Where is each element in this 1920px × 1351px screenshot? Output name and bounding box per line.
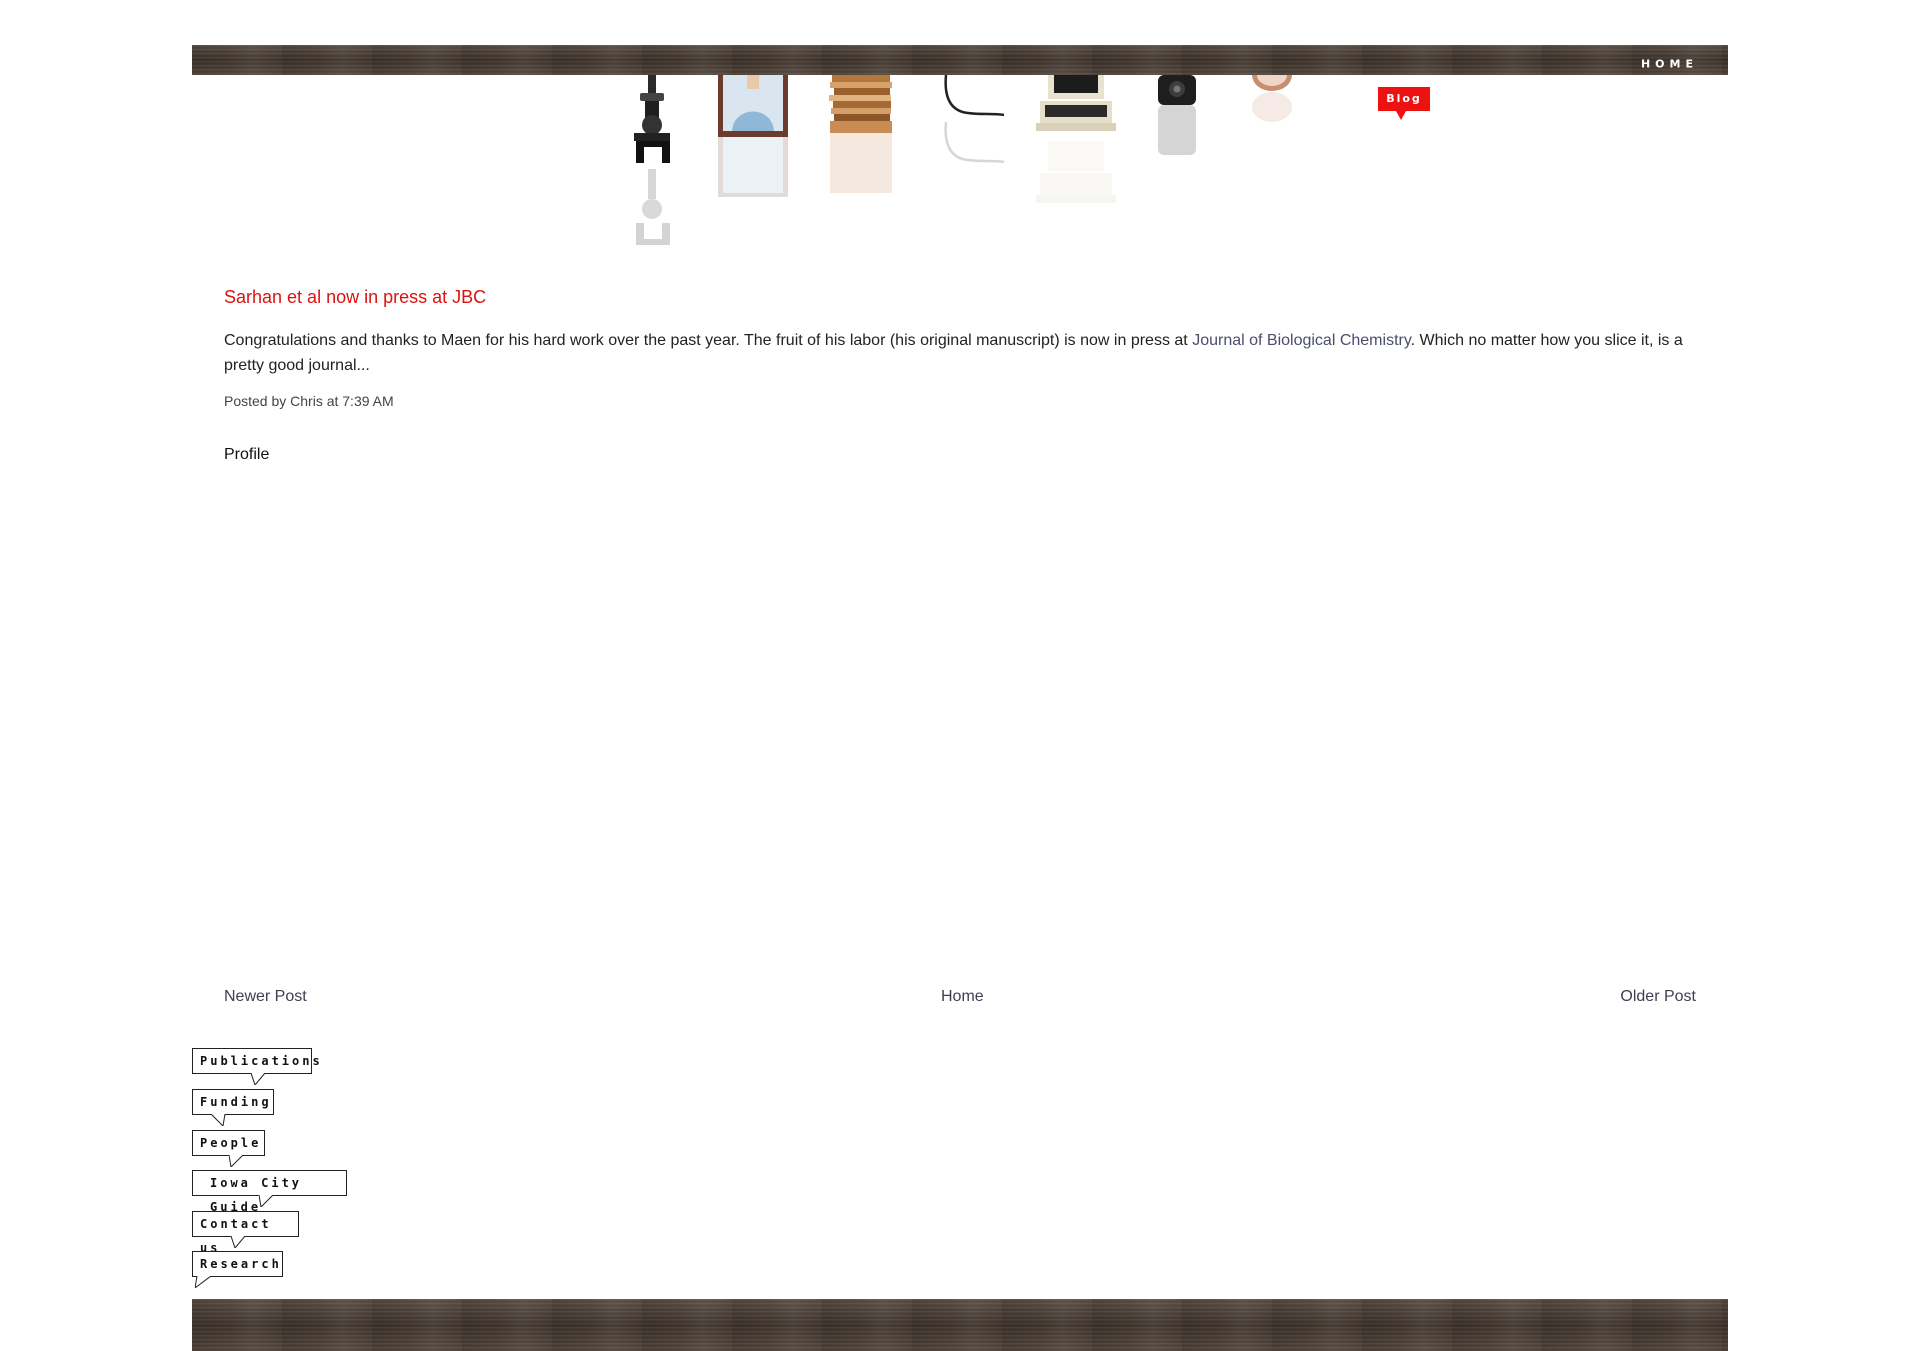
sidebar-item-publications[interactable]: Publications [192,1048,320,1085]
computer-icon[interactable] [1036,75,1116,133]
top-shelf: HOME [192,45,1728,75]
sidebar-item-label: Iowa City Guide [210,1176,303,1214]
sidebar-item-label: Publications [200,1054,323,1068]
microscope-reflection [636,169,670,245]
papers-stack-reflection [830,133,892,193]
sidebar-item-research[interactable]: Research [192,1251,283,1288]
bubble-tail-icon [211,1114,226,1126]
speaker-icon[interactable] [1158,75,1196,105]
home-link[interactable]: Home [941,988,984,1006]
papers-stack-icon[interactable] [828,75,894,133]
sidebar-item-funding[interactable]: Funding [192,1089,274,1126]
post-title[interactable]: Sarhan et al now in press at JBC [224,287,486,308]
older-post-link[interactable]: Older Post [1620,988,1696,1006]
sidebar-item-label: People [200,1136,262,1150]
bubble-tail-icon [231,1236,246,1248]
profile-heading: Profile [224,446,270,463]
sidebar-item-iowa-city-guide[interactable]: Iowa City Guide [192,1170,347,1214]
portrait-reflection [718,137,788,197]
clock-reflection [1252,92,1292,122]
bubble-tail-icon [195,1276,211,1288]
clock-icon[interactable] [1252,75,1292,91]
blog-nav-tag[interactable]: Blog [1378,87,1430,120]
newer-post-link[interactable]: Newer Post [224,988,307,1006]
bubble-tail-icon [259,1195,274,1207]
sidebar-item-contact-us[interactable]: Contact us [192,1211,299,1255]
computer-reflection [1036,141,1116,203]
cable-icon[interactable] [938,75,1008,125]
bubble-tail-icon [251,1073,266,1085]
post-meta: Posted by Chris at 7:39 AM [224,393,394,409]
microscope-icon[interactable] [628,75,678,165]
portrait-icon[interactable] [718,75,788,137]
journal-link[interactable]: Journal of Biological Chemistry [1192,332,1410,349]
speaker-reflection [1158,105,1196,155]
bottom-shelf [192,1299,1728,1351]
post-body-text-1: Congratulations and thanks to Maen for h… [224,332,1193,349]
bubble-tail-icon [229,1155,244,1167]
cable-reflection [944,122,1005,164]
home-nav-link[interactable]: HOME [1641,58,1698,71]
sidebar-item-label: Funding [200,1095,272,1109]
sidebar-item-people[interactable]: People [192,1130,265,1167]
post-body: Congratulations and thanks to Maen for h… [224,328,1704,378]
sidebar-item-label: Research [200,1257,282,1271]
